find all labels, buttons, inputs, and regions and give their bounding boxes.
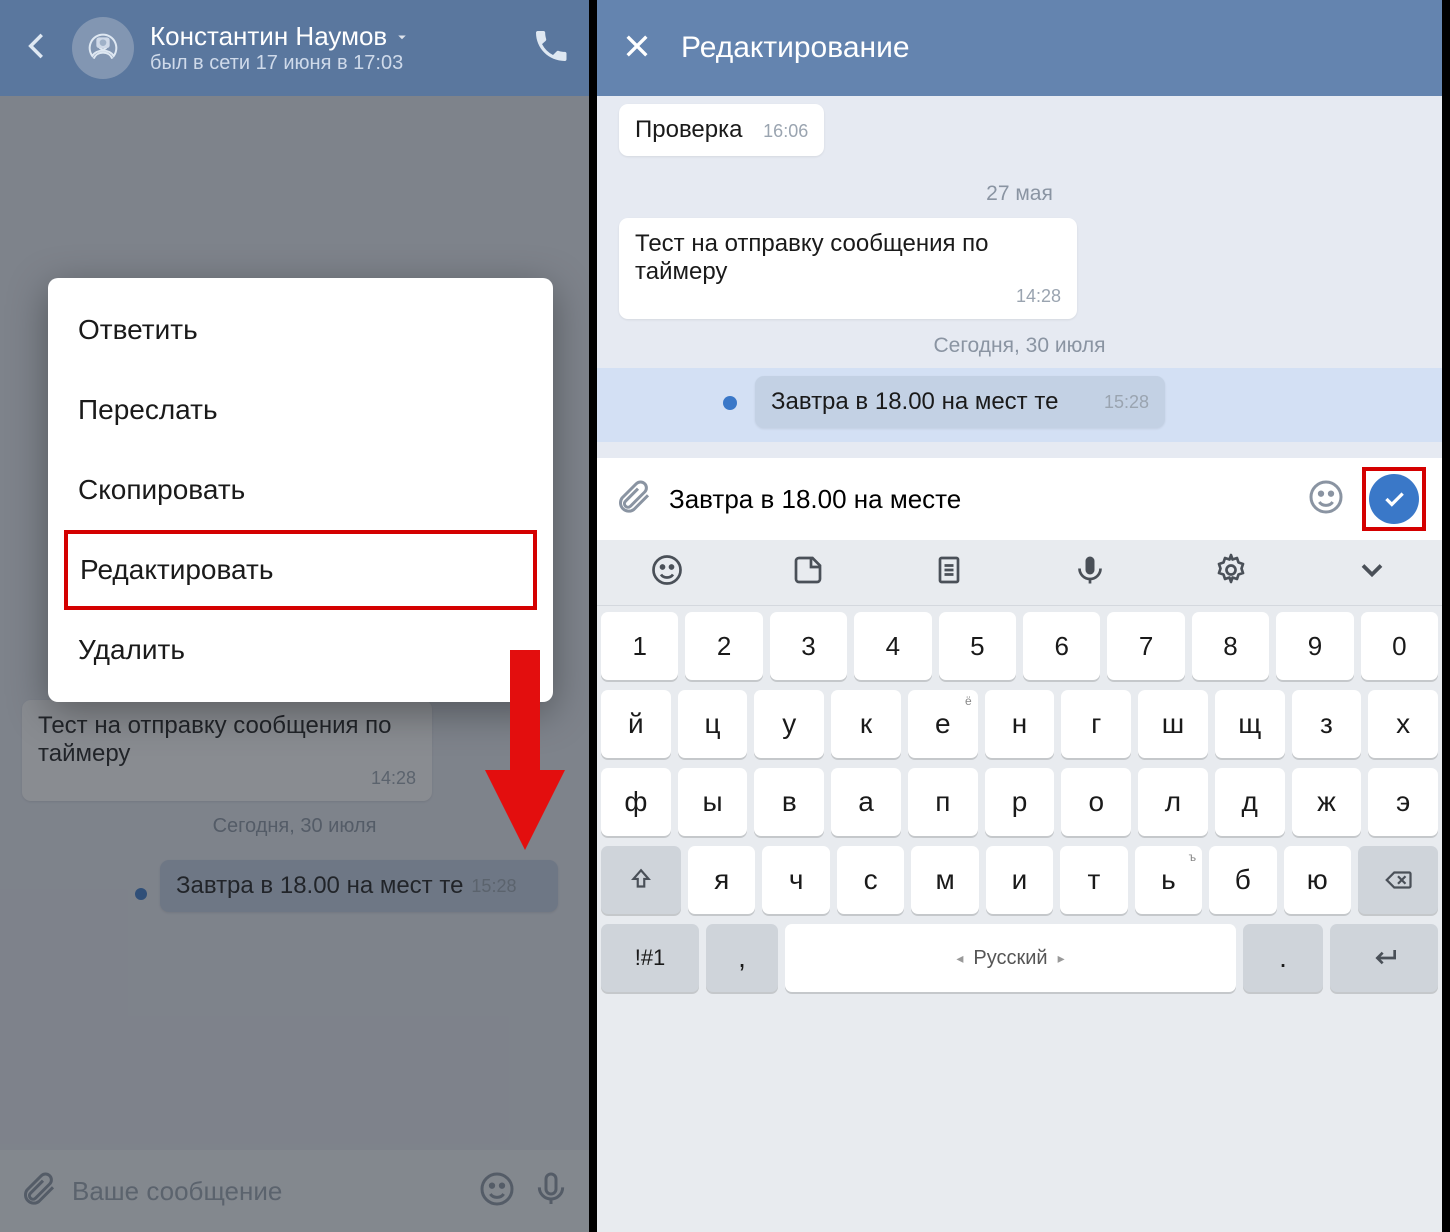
left-pane: Константин Наумов был в сети 17 июня в 1…	[0, 0, 597, 1232]
key-5[interactable]: 5	[939, 612, 1016, 680]
edit-title: Редактирование	[681, 31, 910, 65]
menu-item-редактировать[interactable]: Редактировать	[64, 530, 537, 610]
comma-key[interactable]: ,	[706, 924, 778, 992]
message-bubble-editing[interactable]: Завтра в 18.00 на мест те 15:28	[755, 376, 1165, 428]
space-key[interactable]: ◂Русский▸	[785, 924, 1236, 992]
confirm-edit-button[interactable]	[1369, 474, 1419, 524]
symbols-key[interactable]: !#1	[601, 924, 699, 992]
message-time: 14:28	[1016, 286, 1061, 307]
annotation-arrow-icon	[485, 650, 565, 850]
key-8[interactable]: 8	[1192, 612, 1269, 680]
unread-dot	[723, 396, 737, 410]
keyboard-toolbar	[597, 540, 1442, 606]
key-щ[interactable]: щ	[1215, 690, 1285, 758]
emoji-icon[interactable]	[649, 552, 685, 593]
contact-name: Константин Наумов	[150, 21, 515, 52]
message-time: 16:06	[763, 121, 808, 141]
key-г[interactable]: г	[1061, 690, 1131, 758]
key-б[interactable]: б	[1209, 846, 1276, 914]
edit-input[interactable]: Завтра в 18.00 на месте	[669, 484, 1290, 515]
key-6[interactable]: 6	[1023, 612, 1100, 680]
key-ф[interactable]: ф	[601, 768, 671, 836]
close-icon[interactable]	[621, 30, 653, 67]
context-menu: ОтветитьПереслатьСкопироватьРедактироват…	[48, 278, 553, 702]
gear-icon[interactable]	[1213, 552, 1249, 593]
keyboard: 1234567890 йцукеёнгшщзх фывапролджэ ячсм…	[597, 540, 1442, 1232]
key-н[interactable]: н	[985, 690, 1055, 758]
contact-name-label: Константин Наумов	[150, 21, 387, 52]
key-ь[interactable]: ьъ	[1135, 846, 1202, 914]
key-у[interactable]: у	[754, 690, 824, 758]
call-icon[interactable]	[531, 26, 571, 71]
key-ы[interactable]: ы	[678, 768, 748, 836]
header-text: Константин Наумов был в сети 17 июня в 1…	[150, 21, 515, 75]
key-2[interactable]: 2	[685, 612, 762, 680]
key-ш[interactable]: ш	[1138, 690, 1208, 758]
key-а[interactable]: а	[831, 768, 901, 836]
key-о[interactable]: о	[1061, 768, 1131, 836]
message-text: Тест на отправку сообщения по таймеру	[635, 230, 988, 285]
edit-header: Редактирование	[597, 0, 1442, 96]
key-э[interactable]: э	[1368, 768, 1438, 836]
keyboard-rows: 1234567890 йцукеёнгшщзх фывапролджэ ячсм…	[597, 606, 1442, 1008]
key-1[interactable]: 1	[601, 612, 678, 680]
key-9[interactable]: 9	[1276, 612, 1353, 680]
key-п[interactable]: п	[908, 768, 978, 836]
key-ч[interactable]: ч	[762, 846, 829, 914]
key-ц[interactable]: ц	[678, 690, 748, 758]
key-е[interactable]: её	[908, 690, 978, 758]
key-д[interactable]: д	[1215, 768, 1285, 836]
attach-icon[interactable]	[613, 477, 653, 522]
last-seen: был в сети 17 июня в 17:03	[150, 52, 515, 75]
key-я[interactable]: я	[688, 846, 755, 914]
annotation-highlight	[1362, 467, 1426, 531]
message-text: Проверка	[635, 116, 743, 143]
edit-input-bar: Завтра в 18.00 на месте	[597, 458, 1442, 540]
key-ж[interactable]: ж	[1292, 768, 1362, 836]
key-х[interactable]: х	[1368, 690, 1438, 758]
key-в[interactable]: в	[754, 768, 824, 836]
key-3[interactable]: 3	[770, 612, 847, 680]
shift-key[interactable]	[601, 846, 681, 914]
menu-item-переслать[interactable]: Переслать	[48, 370, 553, 450]
date-separator: Сегодня, 30 июля	[597, 334, 1442, 358]
key-7[interactable]: 7	[1107, 612, 1184, 680]
key-к[interactable]: к	[831, 690, 901, 758]
message-time: 15:28	[1104, 392, 1149, 413]
date-separator: 27 мая	[597, 182, 1442, 206]
key-т[interactable]: т	[1060, 846, 1127, 914]
menu-item-ответить[interactable]: Ответить	[48, 290, 553, 370]
key-4[interactable]: 4	[854, 612, 931, 680]
avatar[interactable]	[72, 17, 134, 79]
key-ю[interactable]: ю	[1284, 846, 1351, 914]
key-р[interactable]: р	[985, 768, 1055, 836]
menu-item-удалить[interactable]: Удалить	[48, 610, 553, 690]
message-bubble[interactable]: Тест на отправку сообщения по таймеру 14…	[619, 218, 1077, 319]
back-icon[interactable]	[18, 27, 56, 70]
key-с[interactable]: с	[837, 846, 904, 914]
key-и[interactable]: и	[986, 846, 1053, 914]
enter-key[interactable]	[1330, 924, 1438, 992]
key-0[interactable]: 0	[1361, 612, 1438, 680]
chevron-down-icon[interactable]	[1354, 552, 1390, 593]
message-text: Завтра в 18.00 на мест те	[771, 388, 1092, 416]
key-л[interactable]: л	[1138, 768, 1208, 836]
emoji-icon[interactable]	[1306, 477, 1346, 522]
message-bubble[interactable]: Проверка 16:06	[619, 104, 824, 156]
backspace-key[interactable]	[1358, 846, 1438, 914]
clipboard-icon[interactable]	[931, 552, 967, 593]
right-pane: Редактирование Проверка 16:06 27 мая Тес…	[597, 0, 1442, 1232]
mic-icon[interactable]	[1072, 552, 1108, 593]
sticker-icon[interactable]	[790, 552, 826, 593]
chat-header: Константин Наумов был в сети 17 июня в 1…	[0, 0, 589, 96]
menu-item-скопировать[interactable]: Скопировать	[48, 450, 553, 530]
key-м[interactable]: м	[911, 846, 978, 914]
key-й[interactable]: й	[601, 690, 671, 758]
key-з[interactable]: з	[1292, 690, 1362, 758]
period-key[interactable]: .	[1243, 924, 1323, 992]
